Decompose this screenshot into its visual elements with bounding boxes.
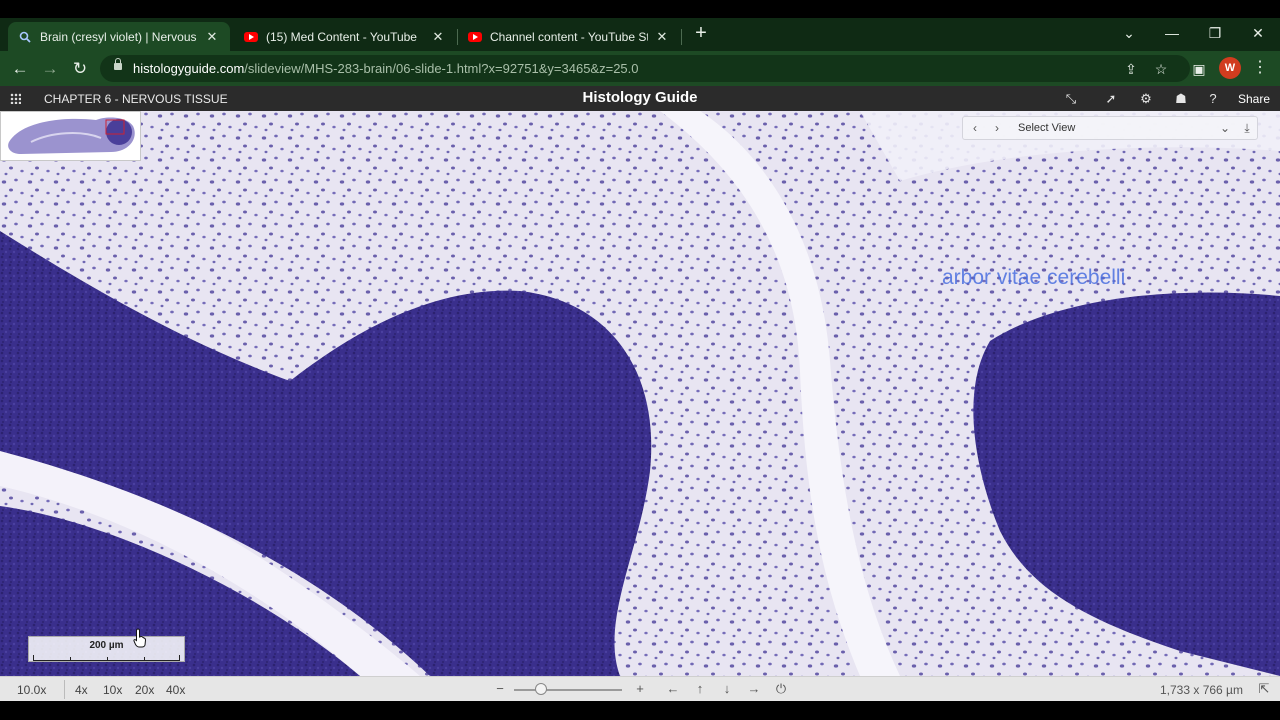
chapter-title[interactable]: CHAPTER 6 - NERVOUS TISSUE [44,92,228,106]
tab-search-icon[interactable]: ⌄ [1114,22,1144,44]
zoom-slider[interactable] [514,689,622,691]
close-icon[interactable]: ✕ [430,29,446,45]
user-icon[interactable]: ☗ [1171,89,1191,108]
profile-avatar[interactable]: W [1219,57,1241,79]
share-page-icon[interactable]: ⇪ [1122,60,1140,78]
magnification-4x[interactable]: 4x [75,683,88,697]
letterbox [0,701,1280,720]
chevron-down-icon[interactable]: ⌄ [1217,120,1233,136]
scale-ruler [33,655,180,661]
cerebellum-histology-image [0,111,1280,676]
reset-view-icon[interactable]: ⏻ [773,681,789,697]
pan-down-icon[interactable]: ↓ [719,681,735,697]
scale-bar: 200 µm [28,636,185,662]
window-close-icon[interactable]: ✕ [1243,22,1273,44]
tab-med-content[interactable]: (15) Med Content - YouTube ✕ [234,22,456,51]
grid-menu-icon[interactable] [10,93,21,104]
expand-corner-icon[interactable]: ⇱ [1256,681,1272,697]
pan-up-icon[interactable]: ↑ [692,681,708,697]
help-icon[interactable]: ? [1203,89,1223,108]
app-title[interactable]: Histology Guide [540,89,740,106]
tab-label: Channel content - YouTube Studio [490,29,648,44]
tab-brain[interactable]: Brain (cresyl violet) | Nervous Tissue ✕ [8,22,230,51]
download-icon[interactable]: ⤓ [1239,120,1255,136]
reload-icon[interactable]: ↻ [68,57,92,81]
settings-gear-icon[interactable]: ⚙ [1136,89,1156,108]
lock-icon [114,58,122,70]
scale-label: 200 µm [89,640,124,651]
select-view-dropdown[interactable]: ‹ › Select View ⌄ ⤓ [962,116,1258,140]
divider [64,680,65,699]
forward-arrow-icon[interactable]: → [38,57,62,81]
youtube-icon [468,30,482,44]
slide-viewer[interactable] [0,111,1280,676]
viewer-status-bar: 10.0x 4x 10x 20x 40x − + ← ↑ ↓ → ⏻ 1,733… [0,676,1280,701]
magnification-10x[interactable]: 10x [103,683,122,697]
zoom-slider-handle[interactable] [535,683,547,695]
screen: Brain (cresyl violet) | Nervous Tissue ✕… [0,0,1280,720]
close-icon[interactable]: ✕ [654,29,670,45]
select-view-label: Select View [1018,122,1076,134]
tab-label: Brain (cresyl violet) | Nervous Tissue [40,29,198,44]
hand-cursor-icon [133,628,147,648]
fullscreen-icon[interactable]: ⤡ [1061,89,1081,108]
bookmark-star-icon[interactable]: ☆ [1152,60,1170,78]
structure-annotation: arbor vitae cerebelli [942,266,1126,289]
chevron-right-icon[interactable]: › [989,120,1005,136]
address-bar[interactable]: histologyguide.com/slideview/MHS-283-bra… [100,55,1190,82]
restore-icon[interactable]: ❐ [1200,22,1230,44]
share-button[interactable]: Share [1238,92,1270,106]
new-tab-button[interactable]: + [690,22,712,44]
zoom-value: 10.0x [17,683,47,697]
back-arrow-icon[interactable]: ← [8,57,32,81]
magnification-40x[interactable]: 40x [166,683,185,697]
slide-thumbnail[interactable] [0,111,141,161]
minimize-icon[interactable]: — [1157,22,1187,44]
tab-strip: Brain (cresyl violet) | Nervous Tissue ✕… [0,18,1280,51]
app-header: CHAPTER 6 - NERVOUS TISSUE Histology Gui… [0,86,1280,111]
kebab-menu-icon[interactable]: ⋮ [1252,57,1268,79]
search-icon [18,30,32,44]
browser-toolbar: ← → ↻ histologyguide.com/slideview/MHS-2… [0,51,1280,86]
close-icon[interactable]: ✕ [204,29,220,45]
magnification-20x[interactable]: 20x [135,683,154,697]
chevron-left-icon[interactable]: ‹ [967,120,983,136]
youtube-icon [244,30,258,44]
pan-left-icon[interactable]: ← [665,681,681,697]
tab-label: (15) Med Content - YouTube [266,29,417,44]
pointer-tool-icon[interactable]: ➚ [1101,89,1121,108]
pan-right-icon[interactable]: → [746,681,762,697]
url-text[interactable]: histologyguide.com/slideview/MHS-283-bra… [133,61,639,76]
tab-divider [681,29,682,45]
view-dimensions: 1,733 x 766 µm [1160,683,1243,697]
tab-channel-content[interactable]: Channel content - YouTube Studio ✕ [458,22,680,51]
zoom-in-icon[interactable]: + [632,681,648,697]
zoom-out-icon[interactable]: − [492,681,508,697]
side-panel-icon[interactable]: ▣ [1190,60,1208,78]
